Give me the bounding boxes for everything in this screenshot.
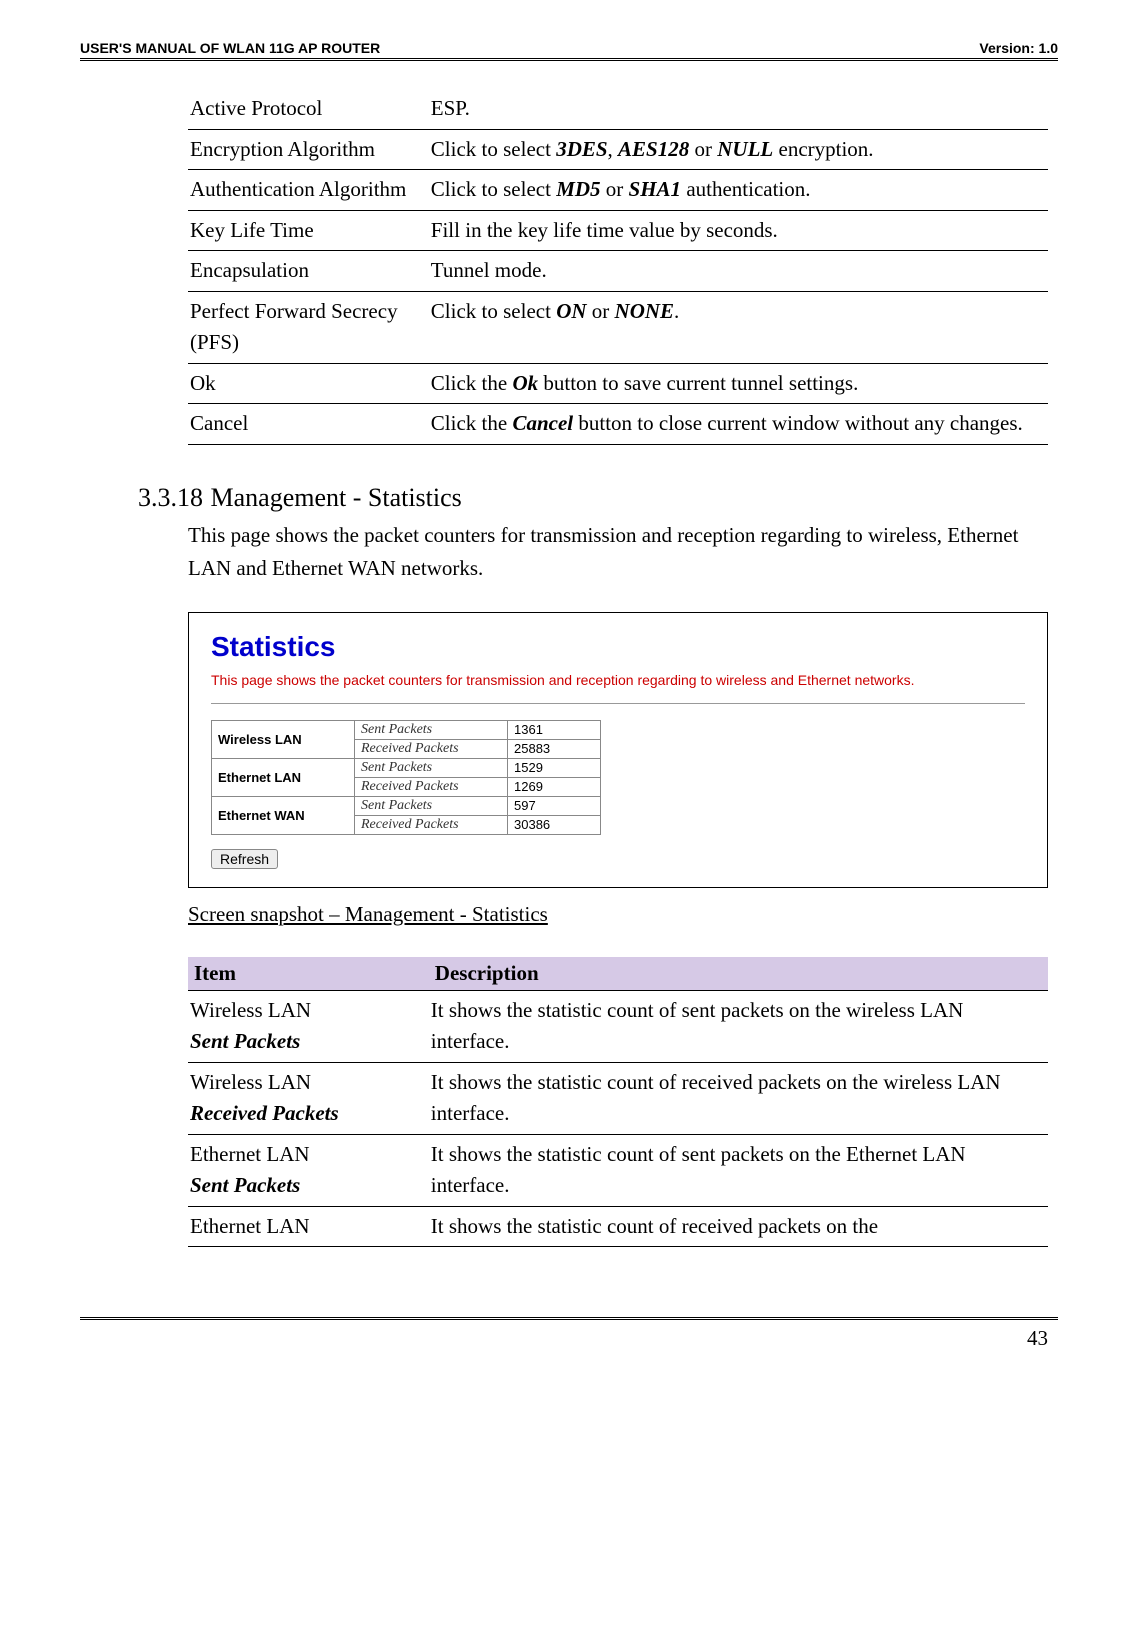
table-row: Encryption Algorithm Click to select 3DE…	[188, 129, 1048, 170]
row-desc: Click to select 3DES, AES128 or NULL enc…	[429, 129, 1048, 170]
page-header: USER'S MANUAL OF WLAN 11G AP ROUTER Vers…	[80, 40, 1058, 61]
statistics-description: This page shows the packet counters for …	[211, 671, 1025, 704]
table-row: Ethernet WAN Sent Packets 597	[212, 796, 601, 815]
table-row: Ok Click the Ok button to save current t…	[188, 363, 1048, 404]
table-row: Cancel Click the Cancel button to close …	[188, 404, 1048, 445]
metric-label: Sent Packets	[355, 796, 508, 815]
row-desc: Click the Ok button to save current tunn…	[429, 363, 1048, 404]
header-left: USER'S MANUAL OF WLAN 11G AP ROUTER	[80, 40, 380, 56]
table-row: Ethernet LAN Sent Packets 1529	[212, 758, 601, 777]
statistics-table: Wireless LAN Sent Packets 1361 Received …	[211, 720, 601, 835]
table-row: Active Protocol ESP.	[188, 89, 1048, 129]
row-label: Encryption Algorithm	[188, 129, 429, 170]
table-row: Wireless LAN Sent Packets It shows the s…	[188, 990, 1048, 1062]
item-description-table: Item Description Wireless LAN Sent Packe…	[188, 957, 1048, 1248]
table-row: Wireless LAN Sent Packets 1361	[212, 720, 601, 739]
table-row: Wireless LAN Received Packets It shows t…	[188, 1062, 1048, 1134]
item-desc: It shows the statistic count of received…	[429, 1062, 1048, 1134]
section-number: 3.3.18	[138, 483, 204, 513]
group-label: Wireless LAN	[212, 720, 355, 758]
metric-value: 30386	[508, 815, 601, 834]
table-row: Perfect Forward Secrecy (PFS) Click to s…	[188, 291, 1048, 363]
item-desc: It shows the statistic count of sent pac…	[429, 990, 1048, 1062]
row-desc: Fill in the key life time value by secon…	[429, 210, 1048, 251]
row-label: Encapsulation	[188, 251, 429, 292]
metric-label: Received Packets	[355, 777, 508, 796]
row-desc: Click the Cancel button to close current…	[429, 404, 1048, 445]
page-footer: 43	[80, 1317, 1058, 1351]
metric-value: 1269	[508, 777, 601, 796]
metric-label: Sent Packets	[355, 758, 508, 777]
row-desc: Tunnel mode.	[429, 251, 1048, 292]
protocol-options-table: Active Protocol ESP. Encryption Algorith…	[188, 89, 1048, 445]
metric-value: 597	[508, 796, 601, 815]
metric-value: 1361	[508, 720, 601, 739]
section-title: Management - Statistics	[211, 483, 462, 512]
metric-value: 1529	[508, 758, 601, 777]
item-label: Ethernet LAN Sent Packets	[188, 1134, 429, 1206]
item-desc: It shows the statistic count of received…	[429, 1206, 1048, 1247]
page-number: 43	[1027, 1326, 1048, 1350]
refresh-button[interactable]: Refresh	[211, 849, 278, 869]
row-label: Authentication Algorithm	[188, 170, 429, 211]
row-desc: ESP.	[429, 89, 1048, 129]
metric-label: Received Packets	[355, 739, 508, 758]
item-label: Wireless LAN Received Packets	[188, 1062, 429, 1134]
metric-value: 25883	[508, 739, 601, 758]
row-desc: Click to select ON or NONE.	[429, 291, 1048, 363]
table-row: Encapsulation Tunnel mode.	[188, 251, 1048, 292]
table-header-row: Item Description	[188, 957, 1048, 991]
metric-label: Received Packets	[355, 815, 508, 834]
item-label: Ethernet LAN	[188, 1206, 429, 1247]
table-row: Authentication Algorithm Click to select…	[188, 170, 1048, 211]
item-desc: It shows the statistic count of sent pac…	[429, 1134, 1048, 1206]
header-desc: Description	[429, 957, 1048, 991]
table-row: Ethernet LAN Sent Packets It shows the s…	[188, 1134, 1048, 1206]
row-desc: Click to select MD5 or SHA1 authenticati…	[429, 170, 1048, 211]
section-heading: 3.3.18 Management - Statistics	[138, 483, 1048, 513]
section-intro: This page shows the packet counters for …	[188, 519, 1048, 586]
item-label: Wireless LAN Sent Packets	[188, 990, 429, 1062]
table-row: Key Life Time Fill in the key life time …	[188, 210, 1048, 251]
statistics-title: Statistics	[211, 631, 1025, 663]
statistics-panel: Statistics This page shows the packet co…	[188, 612, 1048, 888]
row-label: Active Protocol	[188, 89, 429, 129]
group-label: Ethernet WAN	[212, 796, 355, 834]
row-label: Perfect Forward Secrecy (PFS)	[188, 291, 429, 363]
header-right: Version: 1.0	[979, 40, 1058, 56]
metric-label: Sent Packets	[355, 720, 508, 739]
row-label: Ok	[188, 363, 429, 404]
row-label: Key Life Time	[188, 210, 429, 251]
screenshot-caption: Screen snapshot – Management - Statistic…	[188, 902, 1048, 927]
header-item: Item	[188, 957, 429, 991]
group-label: Ethernet LAN	[212, 758, 355, 796]
table-row: Ethernet LAN It shows the statistic coun…	[188, 1206, 1048, 1247]
row-label: Cancel	[188, 404, 429, 445]
